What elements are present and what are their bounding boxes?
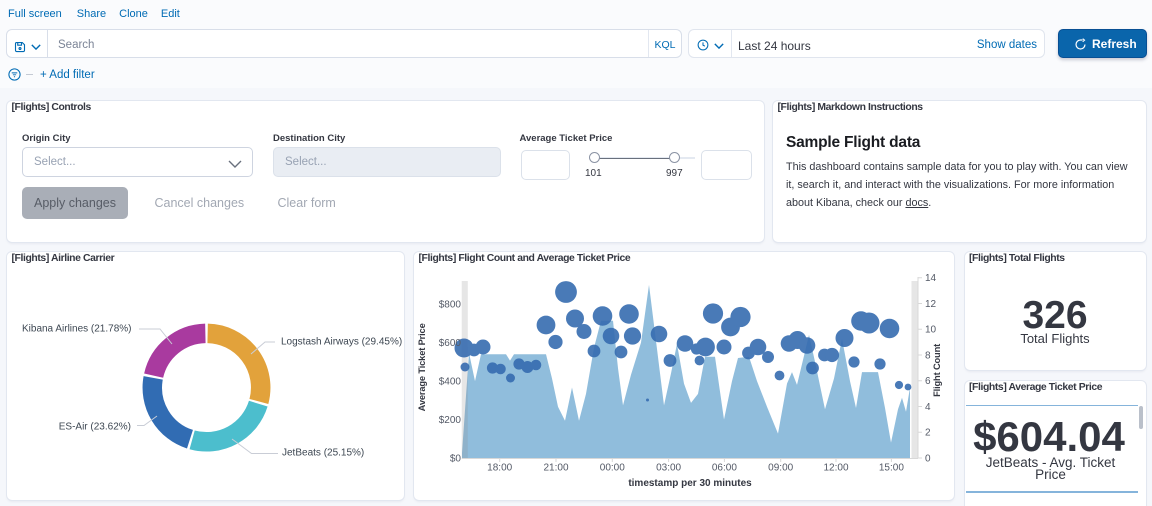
svg-text:10: 10 (925, 325, 937, 336)
svg-text:09:00: 09:00 (768, 463, 793, 474)
svg-text:0: 0 (925, 454, 931, 465)
svg-text:15:00: 15:00 (879, 463, 904, 474)
svg-text:JetBeats (25.15%): JetBeats (25.15%) (282, 448, 364, 459)
svg-text:ES-Air (23.62%): ES-Air (23.62%) (59, 422, 131, 433)
svg-text:Logstash Airways (29.45%): Logstash Airways (29.45%) (281, 337, 402, 348)
svg-text:03:00: 03:00 (656, 463, 681, 474)
svg-text:6: 6 (925, 376, 931, 387)
svg-text:Average Ticket Price: Average Ticket Price (417, 323, 427, 411)
svg-text:00:00: 00:00 (600, 463, 625, 474)
svg-text:12:00: 12:00 (823, 463, 848, 474)
svg-text:21:00: 21:00 (543, 463, 568, 474)
svg-text:$0: $0 (450, 454, 462, 465)
svg-text:8: 8 (925, 351, 931, 362)
svg-text:$200: $200 (439, 415, 462, 426)
svg-text:4: 4 (925, 402, 931, 413)
svg-text:timestamp per 30 minutes: timestamp per 30 minutes (628, 478, 752, 489)
svg-text:06:00: 06:00 (712, 463, 737, 474)
svg-text:12: 12 (925, 299, 937, 310)
svg-text:18:00: 18:00 (487, 463, 512, 474)
svg-text:$800: $800 (439, 300, 462, 311)
svg-text:2: 2 (925, 428, 931, 439)
svg-text:14: 14 (925, 273, 937, 284)
svg-text:$400: $400 (439, 377, 462, 388)
svg-text:$600: $600 (439, 338, 462, 349)
svg-text:Flight Count: Flight Count (932, 344, 942, 397)
svg-text:Kibana Airlines (21.78%): Kibana Airlines (21.78%) (22, 324, 132, 335)
